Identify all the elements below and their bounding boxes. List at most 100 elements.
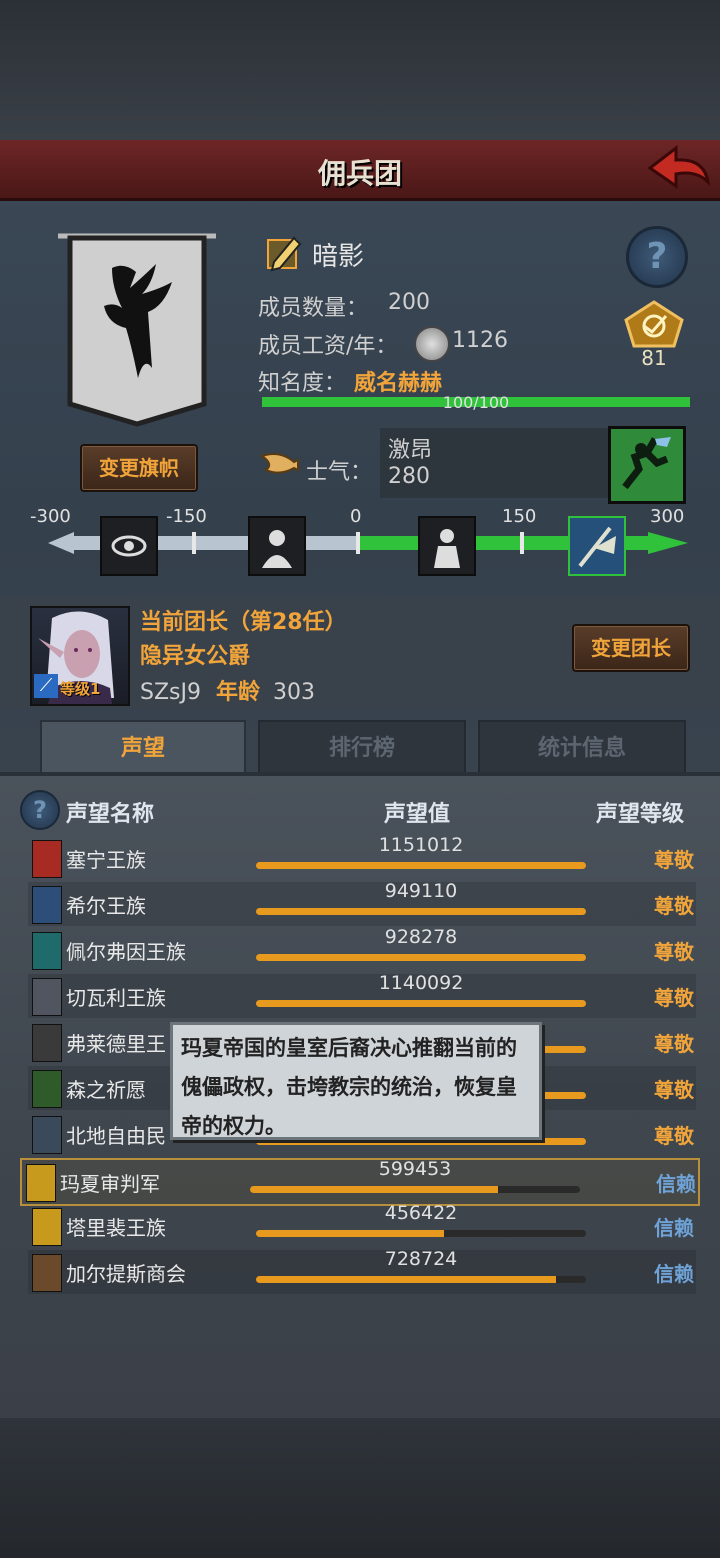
guild-banner[interactable] [52,228,222,428]
reputation-bar-fill [256,954,586,961]
morale-calm-icon [418,516,476,576]
reputation-bar-fill [256,1230,445,1237]
reputation-bar-fill [256,1000,586,1007]
reputation-bar-fill [256,862,586,869]
faction-crest-icon [32,1208,62,1246]
faction-name: 玛夏审判军 [60,1172,160,1196]
question-icon: ? [646,236,668,277]
bottom-background [0,1418,720,1558]
silver-coin-icon [414,326,450,362]
rank-value: 81 [641,346,667,370]
fame-progress-text: 100/100 [442,393,510,412]
reputation-level: 信赖 [654,1216,694,1240]
faction-crest-icon [26,1164,56,1202]
tick-minus-300: -300 [30,506,71,527]
reputation-value: 928278 [384,926,458,948]
reputation-value: 456422 [384,1202,458,1224]
leader-level: 等级1 [60,680,101,698]
page-title: 佣兵团 [317,157,402,190]
reputation-bar [250,1186,580,1193]
reputation-bar-fill [250,1186,498,1193]
morale-despair-icon [248,516,306,576]
reputation-bar [256,862,586,869]
faction-name: 塞宁王族 [66,848,146,872]
tab-reputation[interactable]: 声望 [40,720,246,776]
leader-portrait[interactable]: ⟋ 等级1 [30,606,130,706]
reputation-bar [256,908,586,915]
reputation-bar [256,1230,586,1237]
morale-value: 280 [388,464,430,489]
col-header-value: 声望值 [384,802,451,827]
reputation-level: 尊敬 [654,986,694,1010]
morale-inspired-icon [568,516,626,576]
morale-label: 士气： [306,460,373,485]
leader-code: SZsJ9 [140,680,201,705]
reputation-level: 信赖 [654,1262,694,1286]
reputation-bar-fill [256,1276,557,1283]
reputation-level: 尊敬 [654,894,694,918]
rally-icon [622,437,671,490]
change-leader-button[interactable]: 变更团长 [572,624,690,672]
horn-icon [259,448,300,480]
table-row[interactable]: 佩尔弗因王族 928278 尊敬 [28,926,696,972]
morale-action-button[interactable] [608,426,686,504]
age-value: 303 [273,680,315,705]
faction-crest-icon [32,932,62,970]
faction-crest-icon [32,1024,62,1062]
faction-name: 塔里裴王族 [66,1216,166,1240]
table-row[interactable]: 玛夏审判军 599453 信赖 [20,1158,700,1206]
faction-crest-icon [32,1254,62,1292]
leader-id: SZsJ9 年龄 303 [140,674,315,706]
faction-tooltip: 玛夏帝国的皇室后裔决心推翻当前的傀儡政权，击垮教宗的统治，恢复皇帝的权力。 [170,1022,542,1140]
age-label: 年龄 [215,680,260,705]
stag-banner-icon [58,233,216,427]
table-row[interactable]: 切瓦利王族 1140092 尊敬 [28,972,696,1018]
help-button[interactable]: ? [626,226,688,288]
reputation-value: 728724 [384,1248,458,1270]
faction-name: 北地自由民 [66,1124,166,1148]
reputation-level: 信赖 [656,1172,696,1196]
table-help-button[interactable]: ? [20,790,60,830]
salary-label: 成员工资/年： [258,334,398,359]
reputation-bar [256,954,586,961]
sword-icon: ⟋ [34,674,58,698]
faction-name: 弗莱德里王 [66,1032,166,1056]
faction-crest-icon [32,1070,62,1108]
change-banner-button[interactable]: 变更旗帜 [80,444,198,492]
col-header-name: 声望名称 [66,802,155,827]
table-row[interactable]: 希尔王族 949110 尊敬 [28,880,696,926]
table-row[interactable]: 塞宁王族 1151012 尊敬 [28,834,696,880]
members-value: 200 [388,290,430,315]
morale-state: 激昂 [388,438,433,463]
table-row[interactable]: 塔里裴王族 456422 信赖 [28,1202,696,1248]
faction-name: 佩尔弗因王族 [66,940,186,964]
tab-statistics[interactable]: 统计信息 [478,720,686,778]
morale-terror-icon [100,516,158,576]
top-background [0,0,720,140]
faction-crest-icon [32,840,62,878]
question-icon: ? [33,796,47,824]
reputation-level: 尊敬 [654,1124,694,1148]
reputation-bar [256,1276,586,1283]
faction-crest-icon [32,886,62,924]
reputation-value: 599453 [378,1158,452,1180]
edit-icon[interactable] [264,232,304,272]
faction-name: 加尔提斯商会 [66,1262,186,1286]
guild-name: 暗影 [312,242,365,272]
reputation-bar-fill [256,908,586,915]
rank-badge[interactable]: 81 [622,300,686,372]
reputation-level: 尊敬 [654,848,694,872]
table-row[interactable]: 加尔提斯商会 728724 信赖 [28,1248,696,1294]
reputation-bar [256,1000,586,1007]
back-button[interactable] [646,142,712,194]
faction-name: 希尔王族 [66,894,146,918]
back-arrow-icon [647,144,711,189]
tab-ranking[interactable]: 排行榜 [258,720,466,778]
salary-value: 1126 [452,328,508,353]
reputation-value: 949110 [384,880,458,902]
faction-crest-icon [32,978,62,1016]
reputation-level: 尊敬 [654,940,694,964]
reputation-value: 1151012 [378,834,464,856]
reputation-level: 尊敬 [654,1078,694,1102]
faction-crest-icon [32,1116,62,1154]
